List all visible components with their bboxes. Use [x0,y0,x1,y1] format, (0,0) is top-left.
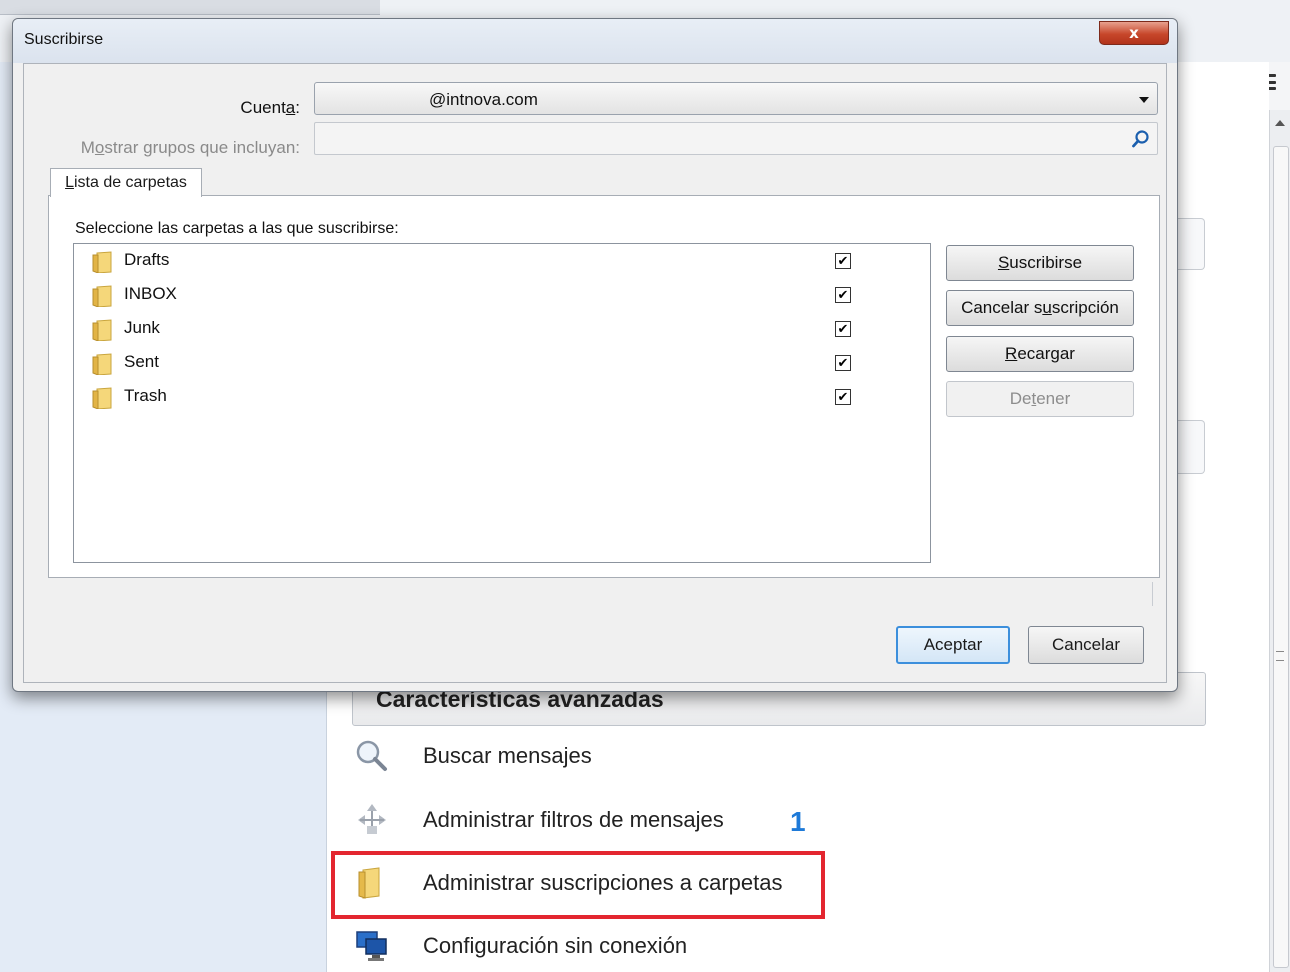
folder-name: Sent [124,352,159,371]
folders-heading: Seleccione las carpetas a las que suscri… [75,220,399,237]
reload-button[interactable]: Recargar [946,336,1134,372]
search-messages-link[interactable]: Buscar mensajes [352,734,592,778]
scroll-thumb[interactable] [1273,146,1289,968]
subscribe-checkbox[interactable]: ✔ [835,253,851,269]
message-filters-link[interactable]: Administrar filtros de mensajes [352,798,724,842]
folder-list-panel: Seleccione las carpetas a las que suscri… [48,195,1160,578]
subscribe-dialog: Suscribirse x Cuenta: @intnova.com Mostr… [12,18,1178,692]
accept-button[interactable]: Aceptar [896,626,1010,664]
feature-label: Administrar filtros de mensajes [423,807,724,832]
content-scrollbar[interactable] [1269,110,1290,972]
scroll-up-arrow-icon[interactable] [1275,120,1285,126]
stop-button[interactable]: De t ener [946,381,1134,417]
folder-row[interactable]: Drafts ✔ [74,244,930,278]
close-icon: x [1129,24,1139,42]
dialog-title: Suscribirse [24,31,104,48]
filter-arrows-icon [352,800,392,840]
folder-row[interactable]: Trash ✔ [74,380,930,414]
filter-label: Mostrar grupos que incluyan: [80,138,300,157]
subscribe-button[interactable]: Suscribirse [946,245,1134,281]
folder-icon [92,353,112,375]
subscribe-checkbox[interactable]: ✔ [835,321,851,337]
account-label: Cuenta: [240,98,300,117]
filter-input[interactable] [314,122,1158,155]
feature-label: Configuración sin conexión [423,933,688,958]
step-number-annotation: 1 [790,806,806,837]
folder-icon [92,251,112,273]
magnifier-icon [352,736,392,776]
offline-settings-link[interactable]: Configuración sin conexión [352,924,687,968]
tab-folder-list[interactable]: Lista de carpetas [50,168,202,197]
folder-tree[interactable]: Drafts ✔ INBOX ✔ Junk ✔ Sent ✔ Trash ✔ [73,243,931,563]
unsubscribe-button[interactable]: Cancelar s u scripción [946,290,1134,326]
close-button[interactable]: x [1099,21,1169,45]
subscribe-checkbox[interactable]: ✔ [835,355,851,371]
section-box-edge [1178,218,1205,270]
folder-name: Junk [124,318,160,337]
feature-label: Buscar mensajes [423,743,592,768]
chevron-down-icon [1139,97,1149,103]
dialog-body: Cuenta: @intnova.com Mostrar grupos que … [23,63,1167,683]
folder-row[interactable]: INBOX ✔ [74,278,930,312]
cancel-button[interactable]: Cancelar [1028,626,1144,664]
folder-icon [92,387,112,409]
folder-icon [92,285,112,307]
account-select[interactable]: @intnova.com [314,82,1158,115]
section-box-edge [1178,420,1205,474]
folder-name: INBOX [124,284,177,303]
folder-row[interactable]: Sent ✔ [74,346,930,380]
subscribe-checkbox[interactable]: ✔ [835,389,851,405]
folder-name: Drafts [124,250,170,269]
folder-row[interactable]: Junk ✔ [74,312,930,346]
dialog-titlebar[interactable]: Suscribirse x [13,19,1177,63]
app-tab-strip [0,0,380,15]
highlight-annotation [331,851,825,919]
offline-computer-icon [352,926,392,966]
account-value: @intnova.com [429,90,538,109]
subscribe-checkbox[interactable]: ✔ [835,287,851,303]
folder-name: Trash [124,386,167,405]
search-icon[interactable] [1131,129,1151,149]
scroll-grip-icon [1276,651,1284,661]
folder-icon [92,319,112,341]
dialog-separator [1152,582,1153,606]
